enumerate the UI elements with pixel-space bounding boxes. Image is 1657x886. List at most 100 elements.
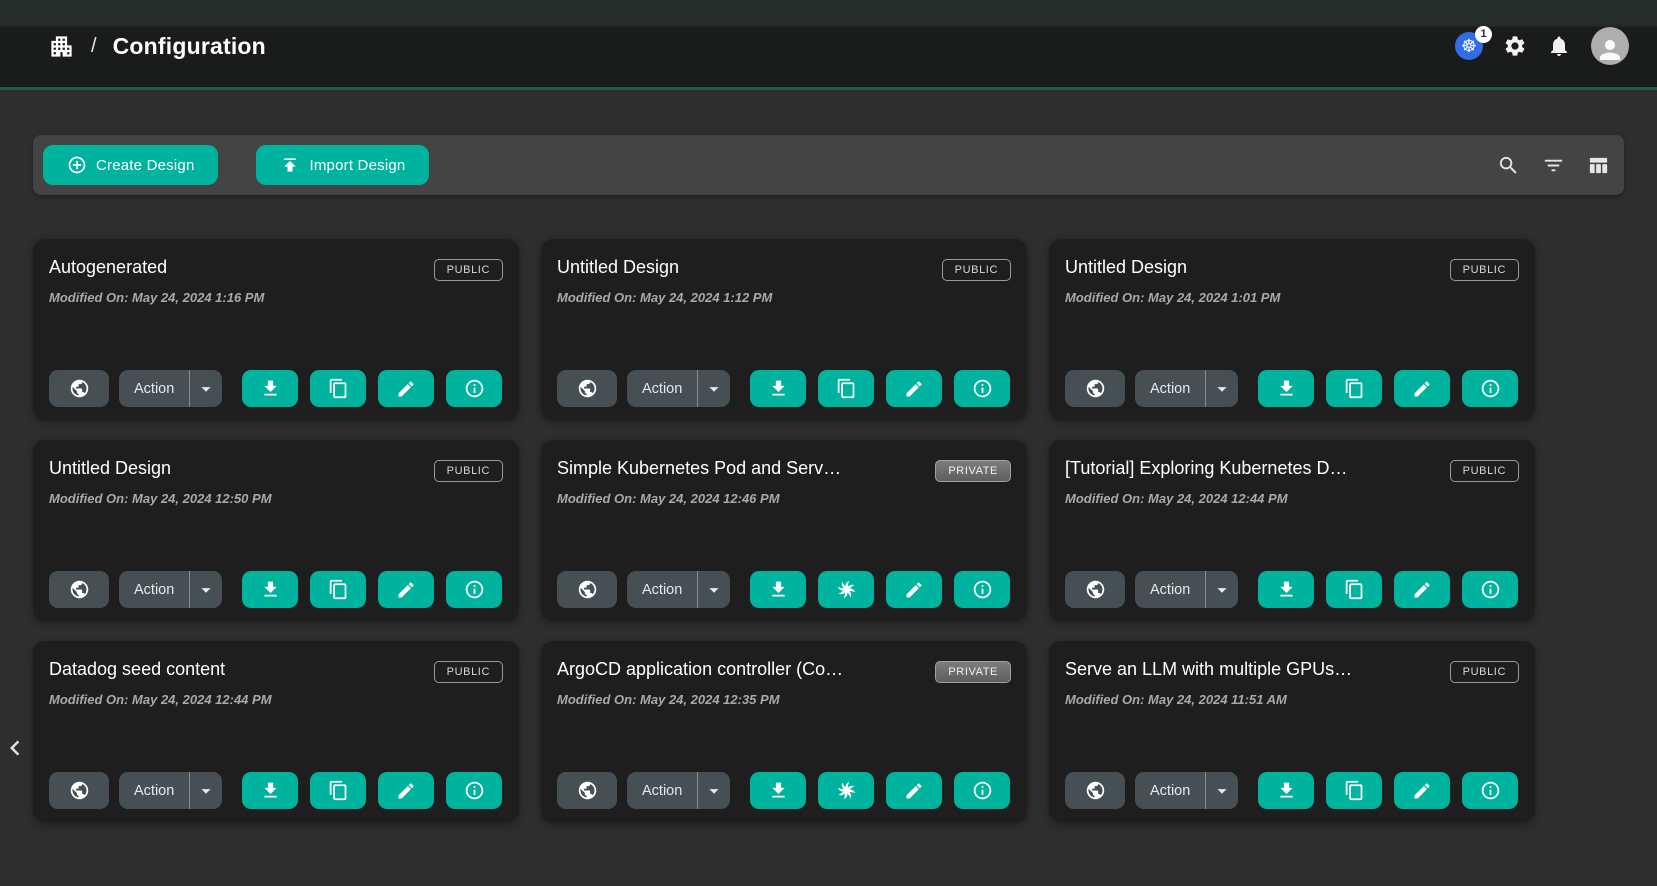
download-button[interactable] — [1258, 571, 1314, 608]
globe-icon — [577, 780, 598, 801]
visibility-globe-button[interactable] — [557, 772, 617, 809]
download-button[interactable] — [242, 571, 298, 608]
table-view-button[interactable] — [1587, 154, 1610, 177]
create-design-button[interactable]: Create Design — [43, 145, 218, 185]
settings-button[interactable] — [1503, 34, 1527, 58]
import-design-button[interactable]: Import Design — [256, 145, 429, 185]
action-dropdown-toggle[interactable] — [697, 571, 730, 608]
action-dropdown-toggle[interactable] — [189, 571, 222, 608]
action-button[interactable]: Action — [119, 571, 189, 608]
info-button[interactable] — [954, 571, 1010, 608]
download-button[interactable] — [242, 370, 298, 407]
edit-button[interactable] — [886, 370, 942, 407]
download-button[interactable] — [750, 772, 806, 809]
card-modified-date: Modified On: May 24, 2024 12:44 PM — [1065, 491, 1519, 506]
organization-button[interactable] — [48, 33, 75, 60]
visibility-globe-button[interactable] — [1065, 370, 1125, 407]
info-button[interactable] — [1462, 370, 1518, 407]
edit-button[interactable] — [378, 370, 434, 407]
info-button[interactable] — [1462, 571, 1518, 608]
download-button[interactable] — [1258, 370, 1314, 407]
caret-down-icon — [1211, 780, 1233, 802]
user-avatar[interactable] — [1591, 27, 1629, 65]
action-dropdown-toggle[interactable] — [697, 370, 730, 407]
edit-button[interactable] — [378, 571, 434, 608]
visibility-globe-button[interactable] — [1065, 772, 1125, 809]
copy-icon — [1344, 780, 1365, 801]
visibility-globe-button[interactable] — [49, 772, 109, 809]
clone-button[interactable] — [818, 370, 874, 407]
edit-button[interactable] — [886, 772, 942, 809]
download-button[interactable] — [1258, 772, 1314, 809]
action-dropdown-toggle[interactable] — [189, 772, 222, 809]
action-split-button: Action — [627, 370, 730, 407]
copy-icon — [328, 579, 349, 600]
action-button[interactable]: Action — [119, 772, 189, 809]
design-card: Untitled Design PUBLIC Modified On: May … — [1049, 239, 1535, 420]
caret-down-icon — [1211, 378, 1233, 400]
edit-button[interactable] — [1394, 772, 1450, 809]
info-button[interactable] — [446, 772, 502, 809]
card-title: Autogenerated — [49, 257, 167, 278]
visibility-globe-button[interactable] — [557, 571, 617, 608]
info-button[interactable] — [954, 370, 1010, 407]
card-actions-row: Action — [49, 370, 503, 407]
info-button[interactable] — [1462, 772, 1518, 809]
download-button[interactable] — [750, 370, 806, 407]
spiral-button[interactable] — [818, 772, 874, 809]
filter-button[interactable] — [1542, 154, 1565, 177]
action-button[interactable]: Action — [119, 370, 189, 407]
spiral-button[interactable] — [818, 571, 874, 608]
clone-button[interactable] — [310, 370, 366, 407]
clone-button[interactable] — [310, 571, 366, 608]
download-button[interactable] — [750, 571, 806, 608]
clone-button[interactable] — [310, 772, 366, 809]
visibility-globe-button[interactable] — [49, 370, 109, 407]
table-view-icon — [1587, 154, 1610, 177]
info-button[interactable] — [446, 370, 502, 407]
visibility-globe-button[interactable] — [1065, 571, 1125, 608]
edit-button[interactable] — [1394, 370, 1450, 407]
download-icon — [260, 378, 281, 399]
action-dropdown-toggle[interactable] — [697, 772, 730, 809]
edit-button[interactable] — [886, 571, 942, 608]
edit-button[interactable] — [378, 772, 434, 809]
action-button[interactable]: Action — [1135, 370, 1205, 407]
add-circle-icon — [67, 155, 87, 175]
card-actions-row: Action — [49, 772, 503, 809]
filter-icon — [1542, 154, 1565, 177]
edit-button[interactable] — [1394, 571, 1450, 608]
action-dropdown-toggle[interactable] — [1205, 571, 1238, 608]
action-dropdown-toggle[interactable] — [1205, 370, 1238, 407]
pencil-icon — [396, 781, 416, 801]
action-button[interactable]: Action — [1135, 772, 1205, 809]
action-dropdown-toggle[interactable] — [189, 370, 222, 407]
search-button[interactable] — [1497, 154, 1520, 177]
info-icon — [972, 579, 993, 600]
caret-down-icon — [195, 579, 217, 601]
pencil-icon — [904, 580, 924, 600]
info-button[interactable] — [446, 571, 502, 608]
notifications-button[interactable] — [1547, 34, 1571, 58]
design-card: Autogenerated PUBLIC Modified On: May 24… — [33, 239, 519, 420]
drawer-collapse-button[interactable] — [0, 733, 30, 763]
kubernetes-context-button[interactable]: ☸ 1 — [1455, 32, 1483, 60]
action-button[interactable]: Action — [627, 772, 697, 809]
visibility-badge: PUBLIC — [434, 259, 503, 281]
download-button[interactable] — [242, 772, 298, 809]
card-title: Untitled Design — [557, 257, 679, 278]
clone-button[interactable] — [1326, 571, 1382, 608]
create-design-label: Create Design — [96, 157, 194, 174]
action-split-button: Action — [119, 571, 222, 608]
visibility-globe-button[interactable] — [49, 571, 109, 608]
info-button[interactable] — [954, 772, 1010, 809]
clone-button[interactable] — [1326, 370, 1382, 407]
visibility-globe-button[interactable] — [557, 370, 617, 407]
download-icon — [768, 579, 789, 600]
caret-down-icon — [195, 378, 217, 400]
action-button[interactable]: Action — [627, 370, 697, 407]
action-button[interactable]: Action — [627, 571, 697, 608]
action-dropdown-toggle[interactable] — [1205, 772, 1238, 809]
clone-button[interactable] — [1326, 772, 1382, 809]
action-button[interactable]: Action — [1135, 571, 1205, 608]
